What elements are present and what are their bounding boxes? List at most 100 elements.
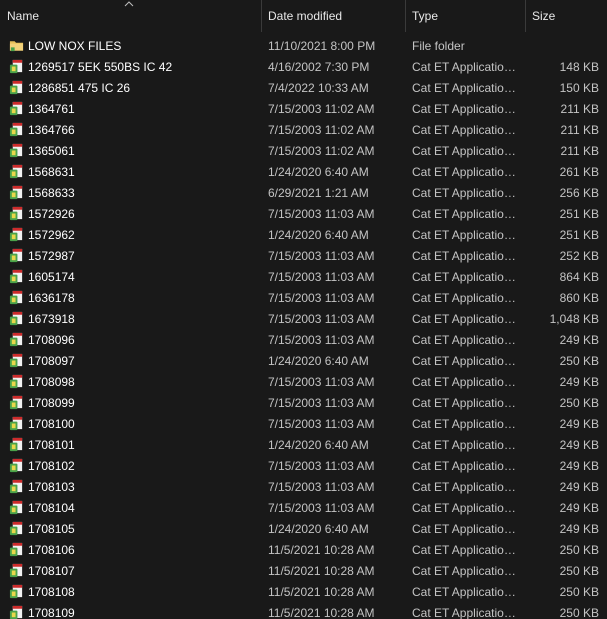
file-row[interactable]: 1568633 6/29/2021 1:21 AM Cat ET Applicati… bbox=[0, 182, 607, 203]
file-row[interactable]: 1708099 7/15/2003 11:03 AM Cat ET Applicat… bbox=[0, 392, 607, 413]
file-name-cell[interactable]: 1708108 bbox=[0, 584, 262, 599]
file-name-cell[interactable]: 1708100 bbox=[0, 416, 262, 431]
file-name-cell[interactable]: 1708106 bbox=[0, 542, 262, 557]
file-name-cell[interactable]: 1708103 bbox=[0, 479, 262, 494]
file-row[interactable]: 1673918 7/15/2003 11:03 AM Cat ET Applicat… bbox=[0, 308, 607, 329]
file-row[interactable]: 1708100 7/15/2003 11:03 AM Cat ET Applicat… bbox=[0, 413, 607, 434]
file-name-cell[interactable]: 1572926 bbox=[0, 206, 262, 221]
file-name-cell[interactable]: 1605174 bbox=[0, 269, 262, 284]
file-row[interactable]: 1708098 7/15/2003 11:03 AM Cat ET Applicat… bbox=[0, 371, 607, 392]
file-name-cell[interactable]: 1708109 bbox=[0, 605, 262, 619]
file-row[interactable]: 1572987 7/15/2003 11:03 AM Cat ET Applicat… bbox=[0, 245, 607, 266]
file-name: 1568633 bbox=[28, 185, 75, 200]
file-list: LOW NOX FILES 11/10/2021 8:00 PM File fold… bbox=[0, 35, 607, 619]
file-type: Cat ET Application... bbox=[412, 479, 519, 494]
file-name-cell[interactable]: 1708107 bbox=[0, 563, 262, 578]
file-date-modified: 7/15/2003 11:03 AM bbox=[268, 311, 375, 326]
cat-et-file-icon bbox=[9, 584, 23, 599]
file-row[interactable]: 1708105 1/24/2020 6:40 AM Cat ET Applicati… bbox=[0, 518, 607, 539]
file-name-cell[interactable]: 1568633 bbox=[0, 185, 262, 200]
file-size: 150 KB bbox=[559, 80, 599, 95]
file-date-modified: 7/15/2003 11:03 AM bbox=[268, 479, 375, 494]
file-name-cell[interactable]: 1708096 bbox=[0, 332, 262, 347]
file-type: Cat ET Application... bbox=[412, 290, 519, 305]
cat-et-file-icon bbox=[9, 59, 23, 74]
file-row[interactable]: 1286851 475 IC 26 7/4/2022 10:33 AM Cat ET… bbox=[0, 77, 607, 98]
file-row[interactable]: 1572962 1/24/2020 6:40 AM Cat ET Applicati… bbox=[0, 224, 607, 245]
file-name: 1708099 bbox=[28, 395, 75, 410]
file-name-cell[interactable]: 1269517 5EK 550BS IC 42 bbox=[0, 59, 262, 74]
file-name: 1708098 bbox=[28, 374, 75, 389]
file-date-modified: 1/24/2020 6:40 AM bbox=[268, 164, 369, 179]
file-row[interactable]: 1636178 7/15/2003 11:03 AM Cat ET Applicat… bbox=[0, 287, 607, 308]
file-date-modified: 7/15/2003 11:03 AM bbox=[268, 395, 375, 410]
file-row[interactable]: 1708096 7/15/2003 11:03 AM Cat ET Applicat… bbox=[0, 329, 607, 350]
file-size: 250 KB bbox=[559, 395, 599, 410]
file-row[interactable]: 1365061 7/15/2003 11:02 AM Cat ET Applicat… bbox=[0, 140, 607, 161]
file-name: 1286851 475 IC 26 bbox=[28, 80, 131, 95]
file-size: 249 KB bbox=[559, 437, 599, 452]
file-row[interactable]: 1708109 11/5/2021 10:28 AM Cat ET Applicat… bbox=[0, 602, 607, 619]
file-name-cell[interactable]: 1572987 bbox=[0, 248, 262, 263]
file-name-cell[interactable]: 1673918 bbox=[0, 311, 262, 326]
file-name-cell[interactable]: 1636178 bbox=[0, 290, 262, 305]
file-row[interactable]: 1708107 11/5/2021 10:28 AM Cat ET Applicat… bbox=[0, 560, 607, 581]
file-row[interactable]: 1269517 5EK 550BS IC 42 4/16/2002 7:30 PM… bbox=[0, 56, 607, 77]
file-date-modified: 7/15/2003 11:02 AM bbox=[268, 122, 375, 137]
file-name-cell[interactable]: 1572962 bbox=[0, 227, 262, 242]
file-type: Cat ET Application... bbox=[412, 395, 519, 410]
file-row[interactable]: 1708103 7/15/2003 11:03 AM Cat ET Applicat… bbox=[0, 476, 607, 497]
file-type: Cat ET Application... bbox=[412, 437, 519, 452]
file-name-cell[interactable]: 1708101 bbox=[0, 437, 262, 452]
file-row[interactable]: 1708097 1/24/2020 6:40 AM Cat ET Applicati… bbox=[0, 350, 607, 371]
file-date-modified: 7/15/2003 11:03 AM bbox=[268, 374, 375, 389]
file-name-cell[interactable]: 1708105 bbox=[0, 521, 262, 536]
file-size: 249 KB bbox=[559, 500, 599, 515]
file-name-cell[interactable]: 1708102 bbox=[0, 458, 262, 473]
file-date-modified: 7/15/2003 11:03 AM bbox=[268, 269, 375, 284]
file-name: 1605174 bbox=[28, 269, 75, 284]
column-header-name[interactable]: Name bbox=[0, 0, 262, 32]
file-name-cell[interactable]: 1364761 bbox=[0, 101, 262, 116]
file-name-cell[interactable]: 1708099 bbox=[0, 395, 262, 410]
file-name: 1708105 bbox=[28, 521, 75, 536]
file-type: Cat ET Application... bbox=[412, 542, 519, 557]
file-row[interactable]: 1364761 7/15/2003 11:02 AM Cat ET Applicat… bbox=[0, 98, 607, 119]
file-name-cell[interactable]: 1365061 bbox=[0, 143, 262, 158]
file-size: 211 KB bbox=[560, 143, 599, 158]
file-row[interactable]: 1708104 7/15/2003 11:03 AM Cat ET Applicat… bbox=[0, 497, 607, 518]
file-name-cell[interactable]: 1568631 bbox=[0, 164, 262, 179]
file-date-modified: 11/10/2021 8:00 PM bbox=[268, 38, 376, 53]
column-header-date-modified[interactable]: Date modified bbox=[262, 0, 406, 32]
file-name-cell[interactable]: 1364766 bbox=[0, 122, 262, 137]
file-date-modified: 11/5/2021 10:28 AM bbox=[268, 563, 375, 578]
file-type: Cat ET Application... bbox=[412, 248, 519, 263]
file-row[interactable]: 1364766 7/15/2003 11:02 AM Cat ET Applicat… bbox=[0, 119, 607, 140]
folder-row[interactable]: LOW NOX FILES 11/10/2021 8:00 PM File fold… bbox=[0, 35, 607, 56]
file-size: 250 KB bbox=[559, 584, 599, 599]
file-size: 211 KB bbox=[560, 101, 599, 116]
file-row[interactable]: 1708108 11/5/2021 10:28 AM Cat ET Applicat… bbox=[0, 581, 607, 602]
file-row[interactable]: 1568631 1/24/2020 6:40 AM Cat ET Applicati… bbox=[0, 161, 607, 182]
cat-et-file-icon bbox=[9, 500, 23, 515]
file-row[interactable]: 1708101 1/24/2020 6:40 AM Cat ET Applicati… bbox=[0, 434, 607, 455]
file-name-cell[interactable]: 1708098 bbox=[0, 374, 262, 389]
column-header-size[interactable]: Size bbox=[526, 0, 607, 32]
file-date-modified: 11/5/2021 10:28 AM bbox=[268, 605, 375, 619]
file-name-cell[interactable]: LOW NOX FILES bbox=[0, 38, 262, 53]
file-name: LOW NOX FILES bbox=[28, 38, 122, 53]
file-row[interactable]: 1572926 7/15/2003 11:03 AM Cat ET Applicat… bbox=[0, 203, 607, 224]
file-name-cell[interactable]: 1708097 bbox=[0, 353, 262, 368]
file-name: 1269517 5EK 550BS IC 42 bbox=[28, 59, 173, 74]
sort-ascending-icon bbox=[124, 1, 134, 7]
file-date-modified: 7/4/2022 10:33 AM bbox=[268, 80, 369, 95]
file-name-cell[interactable]: 1286851 475 IC 26 bbox=[0, 80, 262, 95]
file-row[interactable]: 1605174 7/15/2003 11:03 AM Cat ET Applicat… bbox=[0, 266, 607, 287]
file-type: Cat ET Application... bbox=[412, 584, 519, 599]
file-type: Cat ET Application... bbox=[412, 563, 519, 578]
cat-et-file-icon bbox=[9, 227, 23, 242]
column-header-type[interactable]: Type bbox=[406, 0, 526, 32]
file-name-cell[interactable]: 1708104 bbox=[0, 500, 262, 515]
file-row[interactable]: 1708102 7/15/2003 11:03 AM Cat ET Applicat… bbox=[0, 455, 607, 476]
file-row[interactable]: 1708106 11/5/2021 10:28 AM Cat ET Applicat… bbox=[0, 539, 607, 560]
